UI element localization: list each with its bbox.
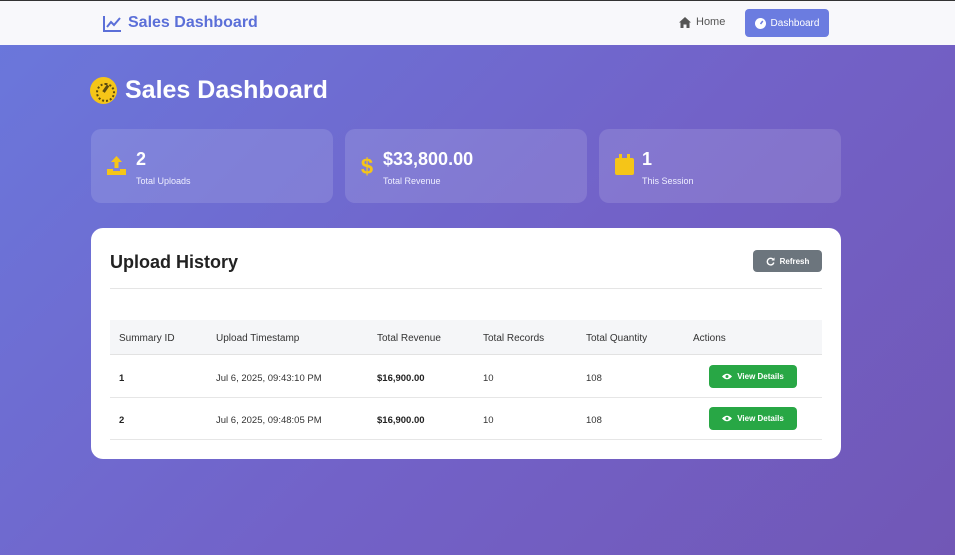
stat-card-this-session: 1 This Session	[599, 129, 841, 203]
chart-line-icon	[103, 15, 121, 32]
stat-label: This Session	[642, 176, 694, 186]
home-icon	[679, 16, 691, 28]
cell-total-quantity: 108	[586, 373, 602, 384]
upload-icon	[107, 156, 126, 175]
column-header-total-records: Total Records	[483, 333, 545, 344]
cell-total-revenue: $16,900.00	[377, 415, 425, 426]
cell-total-records: 10	[483, 415, 494, 426]
eye-icon	[722, 373, 733, 380]
cell-total-revenue: $16,900.00	[377, 373, 425, 384]
refresh-button[interactable]: Refresh	[753, 250, 822, 272]
stat-card-total-revenue: $ $33,800.00 Total Revenue	[345, 129, 587, 203]
top-navbar: Sales Dashboard Home Dashboard	[0, 0, 955, 45]
view-details-button[interactable]: View Details	[709, 407, 797, 430]
column-header-total-revenue: Total Revenue	[377, 333, 441, 344]
view-details-label: View Details	[737, 372, 784, 381]
tachometer-icon	[90, 77, 117, 104]
cell-upload-timestamp: Jul 6, 2025, 09:43:10 PM	[216, 373, 322, 384]
nav-home-link[interactable]: Home	[679, 16, 725, 28]
table-header: Summary ID Upload Timestamp Total Revenu…	[110, 320, 822, 355]
page-title: Sales Dashboard	[90, 76, 328, 105]
view-details-button[interactable]: View Details	[709, 365, 797, 388]
nav-dashboard-label: Dashboard	[770, 17, 820, 29]
table-row: 2 Jul 6, 2025, 09:48:05 PM $16,900.00 10…	[110, 398, 822, 440]
divider	[110, 288, 822, 289]
column-header-summary-id: Summary ID	[119, 333, 175, 344]
table-row: 1 Jul 6, 2025, 09:43:10 PM $16,900.00 10…	[110, 356, 822, 398]
brand-label: Sales Dashboard	[128, 14, 258, 31]
cell-upload-timestamp: Jul 6, 2025, 09:48:05 PM	[216, 415, 322, 426]
nav-dashboard-button[interactable]: Dashboard	[745, 9, 829, 37]
refresh-icon	[766, 257, 775, 266]
panel-title: Upload History	[110, 252, 239, 272]
page-title-text: Sales Dashboard	[125, 76, 328, 104]
nav-home-label: Home	[696, 16, 726, 28]
stat-label: Total Uploads	[136, 176, 191, 186]
view-details-label: View Details	[737, 414, 784, 423]
cell-total-quantity: 108	[586, 415, 602, 426]
column-header-total-quantity: Total Quantity	[586, 333, 648, 344]
column-header-upload-timestamp: Upload Timestamp	[216, 333, 300, 344]
stat-value: $33,800.00	[383, 149, 474, 169]
upload-history-panel: Upload History Refresh Summary ID Upload…	[91, 228, 841, 459]
stat-value: 1	[642, 149, 653, 169]
cell-summary-id: 1	[119, 373, 125, 384]
svg-text:$: $	[361, 154, 373, 176]
dollar-icon: $	[361, 154, 373, 176]
calendar-icon	[615, 154, 634, 175]
refresh-label: Refresh	[779, 256, 810, 266]
column-header-actions: Actions	[693, 333, 726, 344]
gauge-icon	[754, 17, 766, 29]
cell-total-records: 10	[483, 373, 494, 384]
cell-summary-id: 2	[119, 415, 125, 426]
eye-icon	[722, 415, 733, 422]
stat-value: 2	[136, 149, 147, 169]
stat-card-total-uploads: 2 Total Uploads	[91, 129, 333, 203]
brand-link[interactable]: Sales Dashboard	[103, 14, 258, 32]
stat-label: Total Revenue	[383, 176, 441, 186]
